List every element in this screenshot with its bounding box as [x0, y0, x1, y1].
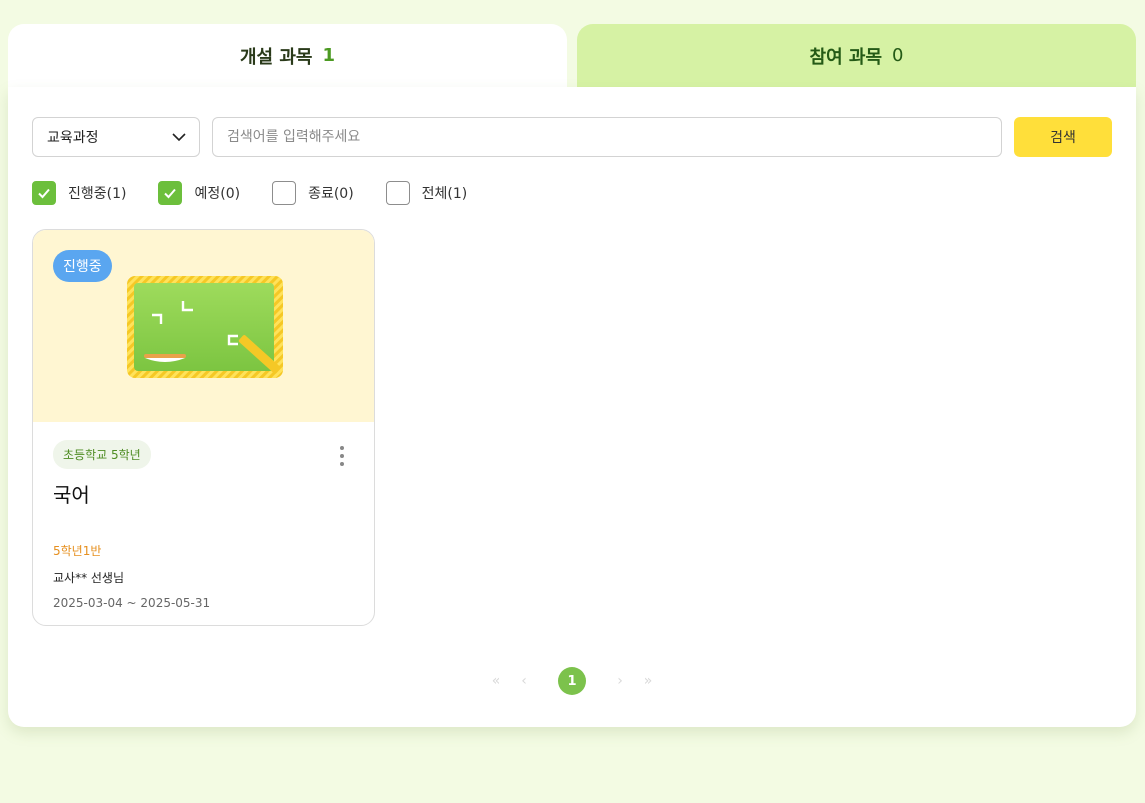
- course-tabs: 개설 과목 1 참여 과목 0: [8, 24, 1136, 87]
- course-panel: 교육과정 검색 진행중(1) 예정(0): [8, 87, 1136, 727]
- tab-label: 개설 과목: [239, 46, 313, 68]
- filter-all[interactable]: 전체(1): [385, 181, 468, 205]
- course-period: 2025-03-04 ~ 2025-05-31: [53, 596, 211, 610]
- status-badge: 진행중: [53, 250, 112, 282]
- checkbox-checked[interactable]: [158, 181, 183, 205]
- select-value: 교육과정: [47, 130, 99, 146]
- filter-label: 종료(0): [308, 186, 354, 202]
- filter-label: 전체(1): [421, 186, 468, 202]
- filter-ended[interactable]: 종료(0): [272, 181, 354, 205]
- grade-tag: 초등학교 5학년: [53, 440, 151, 469]
- tab-label: 참여 과목: [809, 46, 883, 68]
- course-thumbnail: 진행중: [33, 230, 374, 422]
- filter-label: 진행중(1): [68, 186, 127, 202]
- course-container: 개설 과목 1 참여 과목 0 교육과정 검색 진행중(1): [8, 24, 1136, 727]
- tab-count: 1: [322, 45, 336, 66]
- prev-page-icon[interactable]: ‹: [516, 673, 532, 689]
- filter-in-progress[interactable]: 진행중(1): [32, 181, 126, 205]
- search-input[interactable]: [212, 117, 1002, 157]
- check-icon: [164, 188, 177, 199]
- check-icon: [38, 188, 50, 199]
- last-page-icon[interactable]: »: [640, 673, 656, 689]
- filter-scheduled[interactable]: 예정(0): [158, 181, 240, 205]
- status-filters: 진행중(1) 예정(0) 종료(0) 전체(1): [32, 181, 499, 205]
- first-page-icon[interactable]: «: [488, 673, 504, 689]
- search-button[interactable]: 검색: [1014, 117, 1112, 157]
- tab-joined-courses[interactable]: 참여 과목 0: [577, 24, 1136, 87]
- filter-label: 예정(0): [194, 186, 241, 202]
- curriculum-select[interactable]: 교육과정: [32, 117, 200, 157]
- course-card[interactable]: 진행중 초등학교 5학년 국어 5학년1반 교사** 선생님 2025-03-0…: [32, 229, 375, 626]
- tab-count: 0: [892, 45, 904, 66]
- class-name: 5학년1반: [53, 544, 102, 558]
- checkbox-unchecked[interactable]: [272, 181, 297, 205]
- more-vertical-icon[interactable]: [338, 444, 346, 468]
- chalkboard-icon: [127, 276, 283, 378]
- card-body: 초등학교 5학년 국어 5학년1반 교사** 선생님 2025-03-04 ~ …: [33, 422, 374, 610]
- checkbox-checked[interactable]: [32, 181, 56, 205]
- teacher-name: 교사** 선생님: [53, 571, 125, 585]
- tab-opened-courses[interactable]: 개설 과목 1: [8, 24, 567, 87]
- course-title: 국어: [53, 483, 90, 507]
- chevron-down-icon: [172, 133, 186, 142]
- checkbox-unchecked[interactable]: [385, 181, 410, 205]
- next-page-icon[interactable]: ›: [612, 673, 628, 689]
- search-bar: 교육과정 검색: [32, 117, 1112, 157]
- pagination: « ‹ 1 › »: [8, 667, 1136, 695]
- page-number-current[interactable]: 1: [558, 667, 586, 695]
